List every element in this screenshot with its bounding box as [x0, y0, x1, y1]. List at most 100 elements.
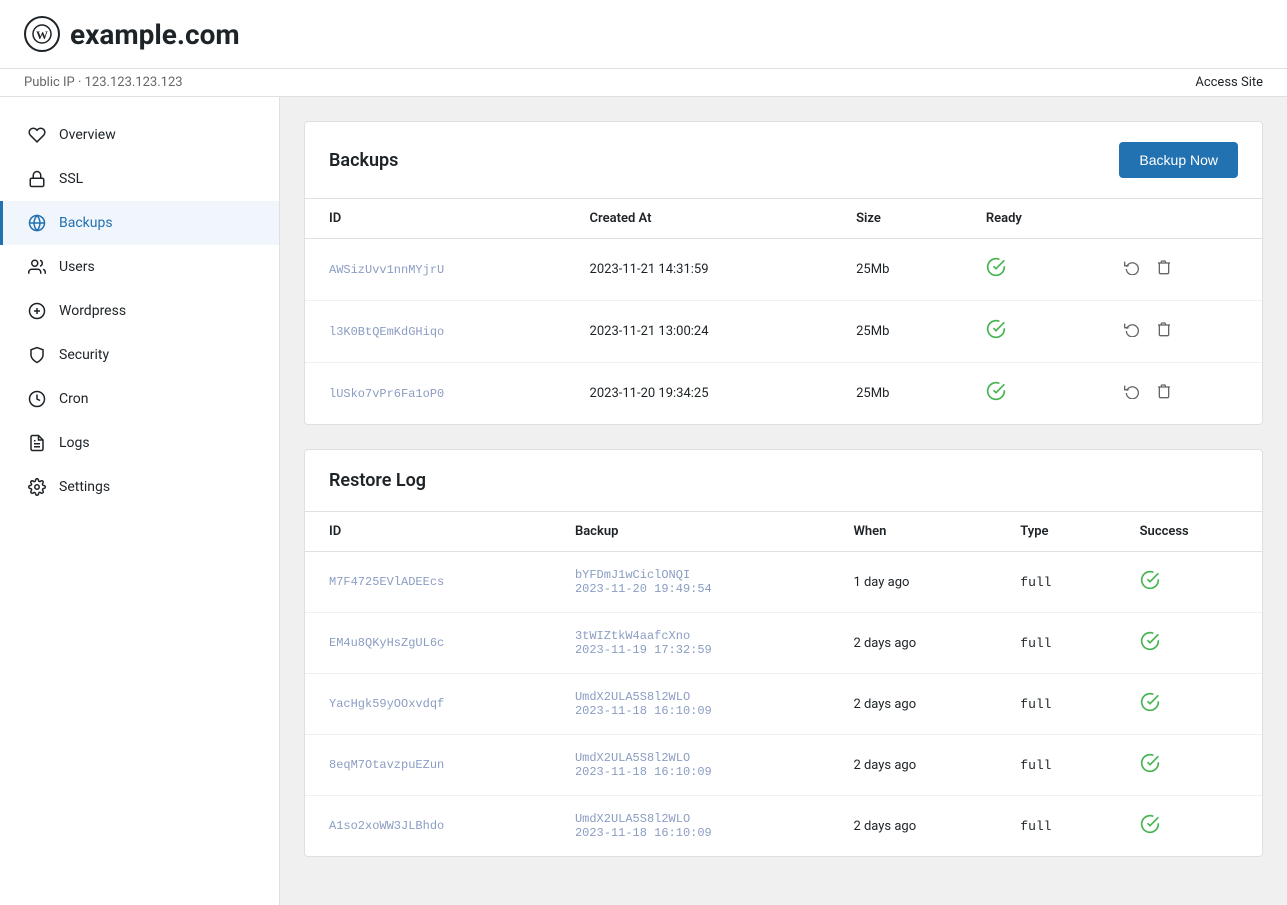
success-check-icon [1140, 574, 1160, 595]
restore-log-row: 8eqM7OtavzpuEZun UmdX2ULA5S8l2WLO 2023-1… [305, 735, 1262, 796]
restore-backup-cell: UmdX2ULA5S8l2WLO 2023-11-18 16:10:09 [551, 674, 830, 735]
sidebar-item-settings[interactable]: Settings [0, 465, 279, 509]
header: W example.com [0, 0, 1287, 69]
restore-log-row: A1so2xoWW3JLBhdo UmdX2ULA5S8l2WLO 2023-1… [305, 796, 1262, 857]
restore-backup-cell: 3tWIZtkW4aafcXno 2023-11-19 17:32:59 [551, 613, 830, 674]
restore-success-cell [1116, 613, 1262, 674]
backup-actions [1096, 239, 1262, 301]
delete-button[interactable] [1152, 255, 1176, 284]
sidebar-item-logs[interactable]: Logs [0, 421, 279, 465]
wp-logo: W [24, 16, 60, 52]
col-id: ID [305, 199, 566, 239]
restore-when-cell: 2 days ago [829, 796, 996, 857]
restore-backup-cell: bYFDmJ1wCiclONQI 2023-11-20 19:49:54 [551, 552, 830, 613]
restore-type-cell: full [996, 735, 1115, 796]
backup-ready [962, 301, 1096, 363]
main-content: Backups Backup Now ID Created At Size Re… [280, 97, 1287, 905]
sidebar-item-ssl[interactable]: SSL [0, 157, 279, 201]
delete-button[interactable] [1152, 379, 1176, 408]
rl-col-success: Success [1116, 512, 1262, 552]
sidebar: Overview SSL Backups [0, 97, 280, 905]
access-site-link[interactable]: Access Site [1195, 75, 1263, 90]
backups-card: Backups Backup Now ID Created At Size Re… [304, 121, 1263, 425]
sidebar-item-wordpress[interactable]: Wordpress [0, 289, 279, 333]
sub-header: Public IP · 123.123.123.123 Access Site [0, 69, 1287, 97]
success-check-icon [1140, 635, 1160, 656]
backup-created-at: 2023-11-21 13:00:24 [566, 301, 833, 363]
backup-ready [962, 239, 1096, 301]
restore-success-cell [1116, 674, 1262, 735]
sidebar-item-cron[interactable]: Cron [0, 377, 279, 421]
sidebar-item-backups[interactable]: Backups [0, 201, 279, 245]
success-check-icon [1140, 818, 1160, 839]
site-title: example.com [70, 18, 240, 51]
backup-created-at: 2023-11-21 14:31:59 [566, 239, 833, 301]
success-check-icon [1140, 757, 1160, 778]
users-icon [27, 257, 47, 277]
check-icon [986, 385, 1006, 406]
gear-icon [27, 477, 47, 497]
backups-card-title: Backups [329, 150, 398, 171]
wordpress-icon [27, 301, 47, 321]
clock-icon [27, 389, 47, 409]
col-created-at: Created At [566, 199, 833, 239]
restore-button[interactable] [1120, 317, 1144, 346]
restore-type-cell: full [996, 796, 1115, 857]
rl-col-when: When [829, 512, 996, 552]
sidebar-label-logs: Logs [59, 435, 90, 451]
sidebar-label-backups: Backups [59, 215, 113, 231]
sidebar-label-security: Security [59, 347, 109, 363]
restore-id-cell: M7F4725EVlADEEcs [305, 552, 551, 613]
backups-card-header: Backups Backup Now [305, 122, 1262, 199]
header-left: W example.com [24, 16, 240, 52]
backup-ready [962, 363, 1096, 425]
restore-id-cell: A1so2xoWW3JLBhdo [305, 796, 551, 857]
col-size: Size [832, 199, 962, 239]
backup-size: 25Mb [832, 301, 962, 363]
restore-type-cell: full [996, 552, 1115, 613]
sidebar-item-overview[interactable]: Overview [0, 113, 279, 157]
restore-button[interactable] [1120, 379, 1144, 408]
restore-success-cell [1116, 735, 1262, 796]
public-ip: Public IP · 123.123.123.123 [24, 75, 183, 90]
delete-button[interactable] [1152, 317, 1176, 346]
restore-id-cell: 8eqM7OtavzpuEZun [305, 735, 551, 796]
restore-log-title: Restore Log [329, 470, 426, 491]
col-actions [1096, 199, 1262, 239]
backup-actions [1096, 301, 1262, 363]
sidebar-label-users: Users [59, 259, 95, 275]
heart-icon [27, 125, 47, 145]
svg-text:W: W [36, 28, 48, 42]
shield-icon [27, 345, 47, 365]
sidebar-label-cron: Cron [59, 391, 88, 407]
restore-when-cell: 2 days ago [829, 735, 996, 796]
rl-col-type: Type [996, 512, 1115, 552]
success-check-icon [1140, 696, 1160, 717]
backup-now-button[interactable]: Backup Now [1119, 142, 1238, 178]
sidebar-label-wordpress: Wordpress [59, 303, 126, 319]
backup-id-cell: lUSko7vPr6Fa1oP0 [305, 363, 566, 425]
col-ready: Ready [962, 199, 1096, 239]
backups-table: ID Created At Size Ready AWSizUvv1nnMYjr… [305, 199, 1262, 424]
backup-row: lUSko7vPr6Fa1oP0 2023-11-20 19:34:25 25M… [305, 363, 1262, 425]
restore-log-header: Restore Log [305, 450, 1262, 512]
sidebar-item-security[interactable]: Security [0, 333, 279, 377]
restore-when-cell: 2 days ago [829, 613, 996, 674]
restore-button[interactable] [1120, 255, 1144, 284]
backup-row: AWSizUvv1nnMYjrU 2023-11-21 14:31:59 25M… [305, 239, 1262, 301]
restore-id-cell: EM4u8QKyHsZgUL6c [305, 613, 551, 674]
backup-id-cell: l3K0BtQEmKdGHiqo [305, 301, 566, 363]
backup-id-cell: AWSizUvv1nnMYjrU [305, 239, 566, 301]
sidebar-item-users[interactable]: Users [0, 245, 279, 289]
check-icon [986, 261, 1006, 282]
restore-log-row: EM4u8QKyHsZgUL6c 3tWIZtkW4aafcXno 2023-1… [305, 613, 1262, 674]
restore-log-row: YacHgk59yOOxvdqf UmdX2ULA5S8l2WLO 2023-1… [305, 674, 1262, 735]
backup-actions [1096, 363, 1262, 425]
sidebar-label-settings: Settings [59, 479, 110, 495]
check-icon [986, 323, 1006, 344]
backup-created-at: 2023-11-20 19:34:25 [566, 363, 833, 425]
restore-log-table: ID Backup When Type Success M7F4725EVlAD… [305, 512, 1262, 856]
file-icon [27, 433, 47, 453]
rl-col-backup: Backup [551, 512, 830, 552]
restore-success-cell [1116, 796, 1262, 857]
